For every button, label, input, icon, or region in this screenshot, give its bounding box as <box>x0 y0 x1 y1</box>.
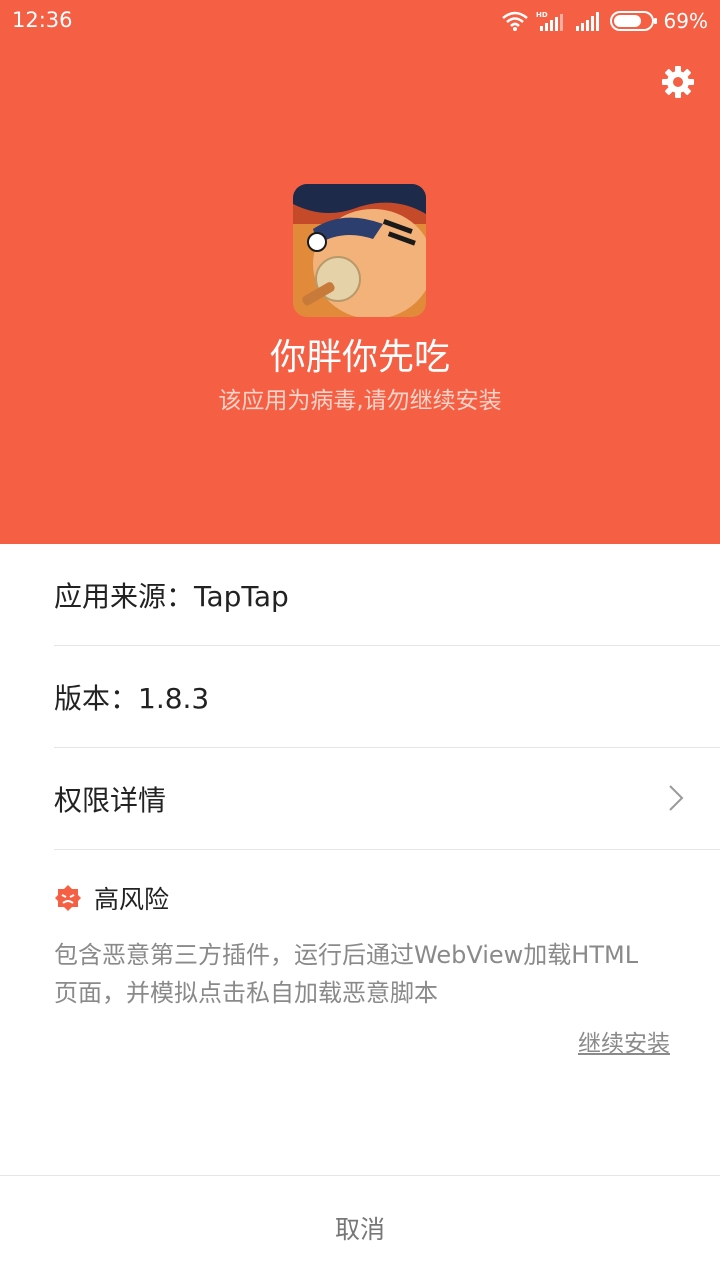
svg-text:HD: HD <box>536 11 548 19</box>
wifi-icon <box>501 11 528 31</box>
footer-bar: 取消 <box>0 1175 720 1280</box>
battery-percent: 69% <box>663 9 708 33</box>
app-name: 你胖你先吃 <box>269 337 450 378</box>
version-row: 版本：1.8.3 <box>54 646 720 748</box>
virus-warning: 该应用为病毒,请勿继续安装 <box>218 388 502 414</box>
app-source-text: 应用来源：TapTap <box>54 579 289 613</box>
risk-description: 包含恶意第三方插件，运行后通过WebView加载HTML页面，并模拟点击私自加载… <box>54 941 639 1007</box>
permission-details-label: 权限详情 <box>54 783 167 817</box>
hd-signal-icon: HD <box>536 10 564 32</box>
battery-icon <box>609 11 658 31</box>
gear-icon <box>661 65 695 103</box>
settings-button[interactable] <box>656 62 700 106</box>
chevron-right-icon <box>668 784 684 819</box>
risk-level-label: 高风险 <box>94 885 170 914</box>
status-bar: 12:36 HD 69% <box>0 0 720 42</box>
danger-icon <box>54 884 82 912</box>
header-banner: 12:36 HD 69% 你胖你先吃 该应用为病毒,请勿继续安装 <box>0 0 720 544</box>
app-icon <box>293 184 426 317</box>
risk-header: 高风险 <box>54 878 169 918</box>
status-icons: HD 69% <box>501 6 708 36</box>
permission-details-row[interactable]: 权限详情 <box>54 748 720 850</box>
version-text: 版本：1.8.3 <box>54 681 210 715</box>
app-source-row: 应用来源：TapTap <box>54 544 720 646</box>
status-time: 12:36 <box>12 8 73 32</box>
cancel-button[interactable]: 取消 <box>275 1190 445 1266</box>
signal-icon <box>575 11 600 31</box>
continue-install-link[interactable]: 继续安装 <box>578 1024 670 1058</box>
